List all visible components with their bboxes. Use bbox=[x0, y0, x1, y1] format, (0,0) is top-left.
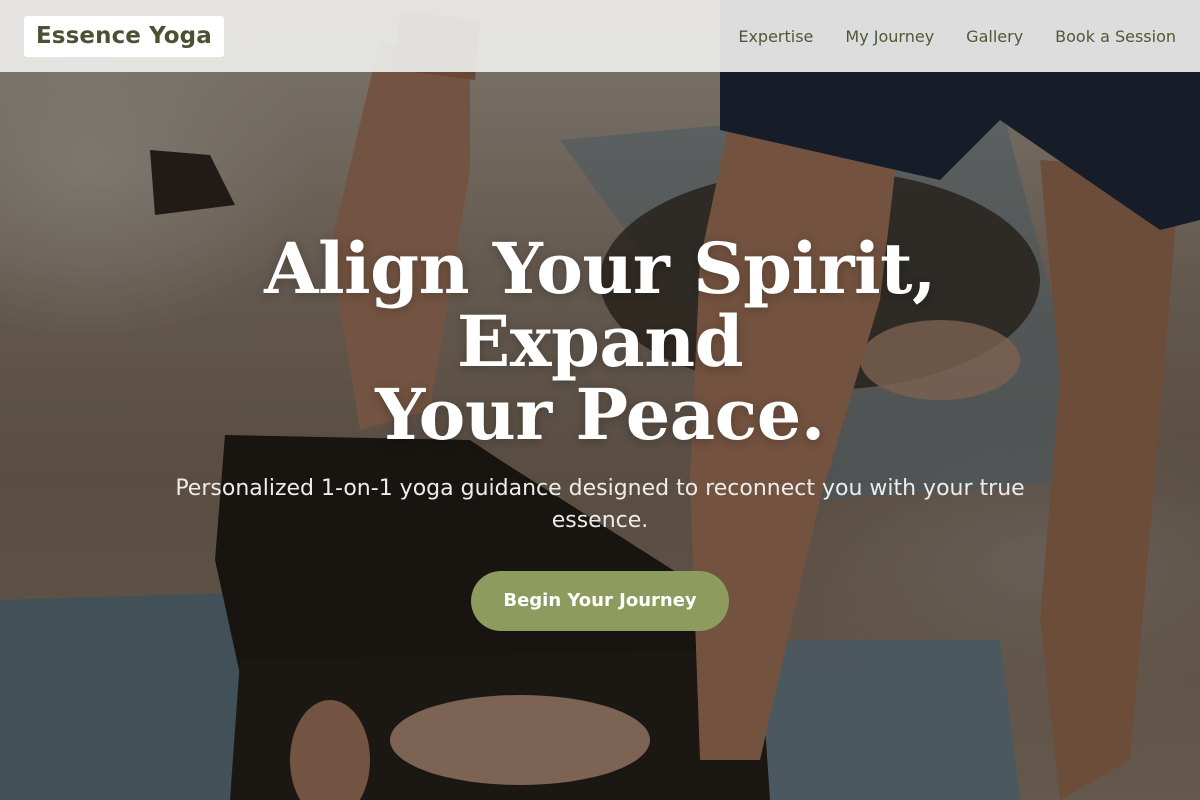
hero-headline: Align Your Spirit, Expand Your Peace. bbox=[150, 232, 1050, 451]
nav-link-my-journey[interactable]: My Journey bbox=[845, 27, 934, 46]
begin-journey-button[interactable]: Begin Your Journey bbox=[471, 571, 729, 631]
hero-content: Align Your Spirit, Expand Your Peace. Pe… bbox=[0, 232, 1200, 631]
hero-headline-line-1: Align Your Spirit, Expand bbox=[264, 227, 936, 383]
hero-subtitle: Personalized 1-on-1 yoga guidance design… bbox=[175, 476, 1025, 533]
brand-logo[interactable]: Essence Yoga bbox=[24, 15, 224, 57]
hero-headline-line-2: Your Peace. bbox=[375, 373, 825, 456]
top-navigation-bar: Essence Yoga Expertise My Journey Galler… bbox=[0, 0, 1200, 72]
nav-link-book-a-session[interactable]: Book a Session bbox=[1055, 27, 1176, 46]
nav-link-expertise[interactable]: Expertise bbox=[738, 27, 813, 46]
nav-links: Expertise My Journey Gallery Book a Sess… bbox=[738, 27, 1176, 46]
nav-link-gallery[interactable]: Gallery bbox=[966, 27, 1023, 46]
